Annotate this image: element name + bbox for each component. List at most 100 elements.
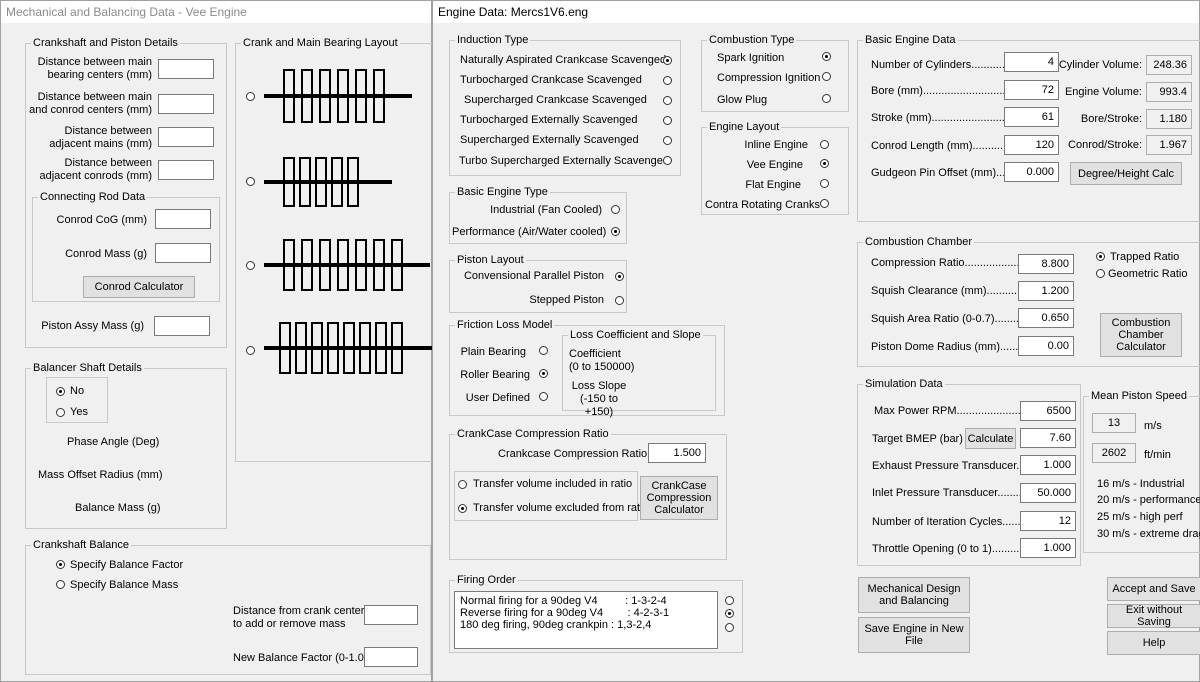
target-bmep-input[interactable]: 7.60 bbox=[1020, 428, 1076, 448]
inlet-pressure-input[interactable]: 50.000 bbox=[1020, 483, 1076, 503]
throttle-opening-label: Throttle Opening (0 to 1)........... bbox=[872, 543, 1026, 555]
exit-without-saving-button[interactable]: Exit without Saving bbox=[1107, 604, 1200, 628]
piston-layout-radio[interactable] bbox=[615, 272, 624, 281]
combustion-type-radio[interactable] bbox=[822, 94, 831, 103]
layout-option-radio[interactable] bbox=[246, 346, 255, 355]
group-title: Mean Piston Speed bbox=[1089, 389, 1190, 403]
conrod-mass-input[interactable] bbox=[155, 243, 211, 263]
iteration-cycles-input[interactable]: 12 bbox=[1020, 511, 1076, 531]
squish-area-label: Squish Area Ratio (0-0.7).......... bbox=[871, 313, 1026, 325]
stroke-input[interactable]: 61 bbox=[1004, 107, 1059, 127]
degree-height-calc-button[interactable]: Degree/Height Calc bbox=[1070, 162, 1182, 185]
engine-type-radio[interactable] bbox=[611, 205, 620, 214]
piston-layout-radio[interactable] bbox=[615, 296, 624, 305]
trapped-ratio-radio[interactable] bbox=[1096, 252, 1105, 261]
balance-mass-radio[interactable] bbox=[56, 580, 65, 589]
adjacent-mains-input[interactable] bbox=[158, 127, 214, 147]
induction-option-radio[interactable] bbox=[663, 56, 672, 65]
gudgeon-offset-input[interactable]: 0.000 bbox=[1004, 162, 1059, 182]
combustion-type-radio[interactable] bbox=[822, 52, 831, 61]
exhaust-pressure-input[interactable]: 1.000 bbox=[1020, 455, 1076, 475]
friction-option-radio[interactable] bbox=[539, 392, 548, 401]
balance-factor-radio[interactable] bbox=[56, 560, 65, 569]
induction-option-radio[interactable] bbox=[663, 136, 672, 145]
induction-option-label: Turbo Supercharged Externally Scavenged bbox=[459, 155, 669, 167]
firing-order-list[interactable]: Normal firing for a 90deg V4 : 1-3-2-4 R… bbox=[454, 591, 718, 649]
engine-type-radio[interactable] bbox=[611, 227, 620, 236]
induction-option-radio[interactable] bbox=[663, 156, 672, 165]
geometric-ratio-radio[interactable] bbox=[1096, 269, 1105, 278]
throttle-opening-input[interactable]: 1.000 bbox=[1020, 538, 1076, 558]
balancer-yes-radio[interactable] bbox=[56, 408, 65, 417]
conrod-length-input[interactable]: 120 bbox=[1004, 135, 1059, 155]
crank-layout-diagram-1 bbox=[264, 69, 412, 123]
crankcase-calculator-button[interactable]: CrankCase Compression Calculator bbox=[640, 476, 718, 520]
layout-option-radio[interactable] bbox=[246, 261, 255, 270]
crank-layout-diagram-2 bbox=[264, 157, 392, 207]
squish-clearance-label: Squish Clearance (mm).............. bbox=[871, 285, 1030, 297]
new-balance-factor-input[interactable] bbox=[364, 647, 418, 667]
engine-layout-label: Flat Engine bbox=[745, 179, 801, 191]
firing-order-item[interactable]: Normal firing for a 90deg V4 : 1-3-2-4 bbox=[455, 595, 717, 607]
conrod-cog-input[interactable] bbox=[155, 209, 211, 229]
balancer-yes-label: Yes bbox=[70, 406, 88, 418]
accept-save-button[interactable]: Accept and Save bbox=[1107, 577, 1200, 601]
engine-layout-group: Engine Layout Inline Engine Vee Engine F… bbox=[701, 120, 849, 215]
piston-dome-input[interactable]: 0.00 bbox=[1018, 336, 1074, 356]
engine-layout-radio[interactable] bbox=[820, 199, 829, 208]
crankcase-ratio-input[interactable]: 1.500 bbox=[648, 443, 706, 463]
engine-layout-radio[interactable] bbox=[820, 179, 829, 188]
group-title: Friction Loss Model bbox=[455, 318, 555, 332]
balancer-no-radio[interactable] bbox=[56, 387, 65, 396]
friction-option-radio[interactable] bbox=[539, 346, 548, 355]
bore-input[interactable]: 72 bbox=[1004, 80, 1059, 100]
crankcase-compression-group: CrankCase Compression Ratio Crankcase Co… bbox=[449, 427, 727, 560]
induction-option-radio[interactable] bbox=[663, 96, 672, 105]
bore-label: Bore (mm)............................... bbox=[871, 85, 1018, 97]
cylinders-input[interactable]: 4 bbox=[1004, 52, 1059, 72]
bore-stroke-value: 1.180 bbox=[1146, 109, 1192, 129]
engine-layout-radio[interactable] bbox=[820, 159, 829, 168]
transfer-volume-radio[interactable] bbox=[458, 480, 467, 489]
piston-mass-input[interactable] bbox=[154, 316, 210, 336]
firing-order-radio[interactable] bbox=[725, 596, 734, 605]
combustion-chamber-calculator-button[interactable]: Combustion Chamber Calculator bbox=[1100, 313, 1182, 357]
group-title: Balancer Shaft Details bbox=[31, 361, 144, 375]
crankcase-ratio-label: Crankcase Compression Ratio bbox=[498, 448, 648, 460]
main-conrod-label: Distance between main and conrod centers… bbox=[29, 91, 152, 116]
mass-offset-label: Mass Offset Radius (mm) bbox=[38, 469, 163, 481]
bmep-calculate-button[interactable]: Calculate bbox=[965, 428, 1016, 449]
firing-order-radio[interactable] bbox=[725, 609, 734, 618]
friction-option-radio[interactable] bbox=[539, 369, 548, 378]
compression-ratio-input[interactable]: 8.800 bbox=[1018, 254, 1074, 274]
main-conrod-input[interactable] bbox=[158, 94, 214, 114]
engine-volume-label: Engine Volume: bbox=[1064, 86, 1142, 98]
firing-order-item[interactable]: Reverse firing for a 90deg V4 : 4-2-3-1 bbox=[455, 607, 717, 619]
engine-layout-radio[interactable] bbox=[820, 140, 829, 149]
save-engine-new-file-button[interactable]: Save Engine in New File bbox=[858, 617, 970, 653]
help-button[interactable]: Help bbox=[1107, 631, 1200, 655]
combustion-type-label: Glow Plug bbox=[717, 94, 768, 106]
induction-option-radio[interactable] bbox=[663, 116, 672, 125]
adjacent-conrods-input[interactable] bbox=[158, 160, 214, 180]
distance-input[interactable] bbox=[364, 605, 418, 625]
firing-order-radio[interactable] bbox=[725, 623, 734, 632]
main-centers-input[interactable] bbox=[158, 59, 214, 79]
balance-mass-label: Balance Mass (g) bbox=[75, 502, 161, 514]
max-power-rpm-input[interactable]: 6500 bbox=[1020, 401, 1076, 421]
induction-option-radio[interactable] bbox=[663, 76, 672, 85]
squish-clearance-input[interactable]: 1.200 bbox=[1018, 281, 1074, 301]
layout-option-radio[interactable] bbox=[246, 177, 255, 186]
crankshaft-piston-group: Crankshaft and Piston Details Distance b… bbox=[25, 36, 227, 348]
conrod-calculator-button[interactable]: Conrod Calculator bbox=[83, 276, 195, 298]
layout-option-radio[interactable] bbox=[246, 92, 255, 101]
squish-area-input[interactable]: 0.650 bbox=[1018, 308, 1074, 328]
firing-order-item[interactable]: 180 deg firing, 90deg crankpin : 1,3-2,4 bbox=[455, 619, 717, 631]
transfer-volume-radio[interactable] bbox=[458, 504, 467, 513]
induction-option-label: Turbocharged Externally Scavenged bbox=[460, 114, 638, 126]
combustion-type-radio[interactable] bbox=[822, 72, 831, 81]
mechanical-design-button[interactable]: Mechanical Design and Balancing bbox=[858, 577, 970, 613]
group-title: Induction Type bbox=[455, 33, 531, 47]
adjacent-mains-label: Distance between adjacent mains (mm) bbox=[49, 125, 152, 150]
trapped-ratio-label: Trapped Ratio bbox=[1110, 251, 1180, 263]
